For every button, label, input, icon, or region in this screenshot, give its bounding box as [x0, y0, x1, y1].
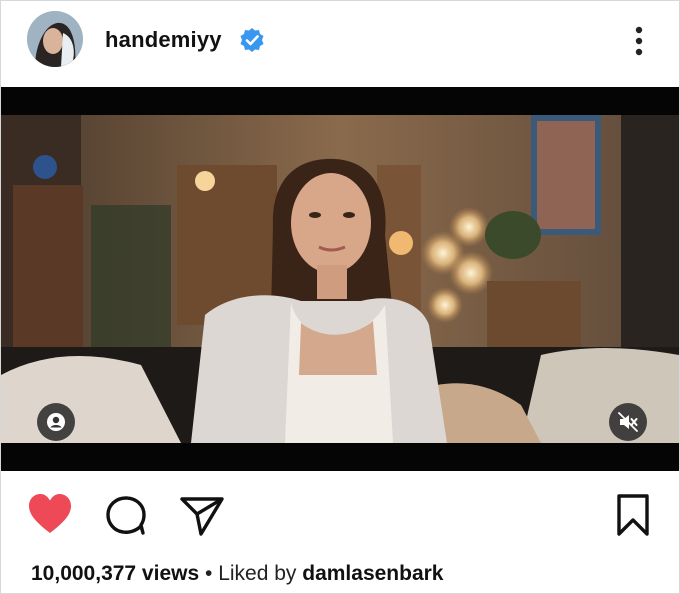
send-icon[interactable]	[179, 495, 225, 537]
comment-icon[interactable]	[105, 495, 149, 535]
muted-speaker-icon	[618, 412, 638, 432]
liked-by-label: Liked by	[218, 562, 303, 585]
post-header: handemiyy	[1, 1, 679, 87]
avatar[interactable]	[27, 11, 83, 67]
video-player[interactable]	[1, 87, 679, 471]
more-vertical-icon[interactable]	[629, 21, 649, 61]
video-frame	[1, 115, 679, 443]
mute-toggle-button[interactable]	[609, 403, 647, 441]
tagged-people-button[interactable]	[37, 403, 75, 441]
bookmark-icon[interactable]	[615, 493, 651, 537]
view-count[interactable]: 10,000,377 views	[31, 562, 199, 585]
separator-dot: •	[199, 562, 219, 585]
post-actions	[1, 481, 679, 541]
verified-badge-icon	[240, 28, 264, 52]
liked-by-username[interactable]: damlasenbark	[302, 562, 443, 585]
post-stats: 10,000,377 views • Liked by damlasenbark	[31, 562, 444, 586]
heart-icon[interactable]	[27, 493, 73, 535]
person-tag-icon	[47, 413, 65, 431]
post-username[interactable]: handemiyy	[105, 27, 222, 53]
